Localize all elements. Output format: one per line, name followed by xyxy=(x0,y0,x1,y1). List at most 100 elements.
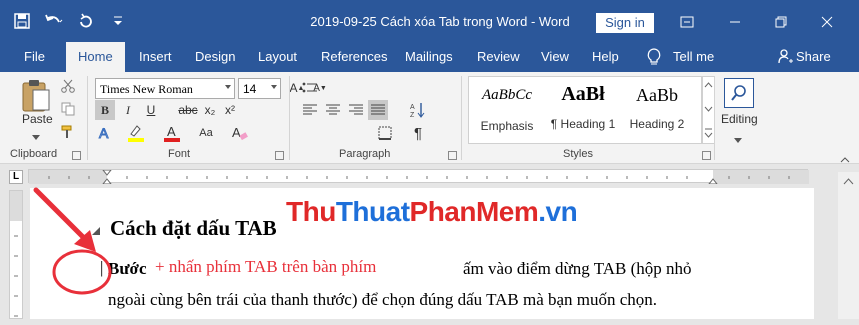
style-name: Heading 2 xyxy=(629,117,685,131)
body-line-2: ngoài cùng bên trái của thanh thước) để … xyxy=(108,290,658,309)
tab-help[interactable]: Help xyxy=(592,49,619,64)
bold-button[interactable]: B xyxy=(95,100,115,120)
ribbon-tabs: File Home Insert Design Layout Reference… xyxy=(0,42,859,72)
watermark-part-4: .vn xyxy=(538,196,578,227)
svg-text:A: A xyxy=(167,124,176,139)
style-preview: AaBbCc xyxy=(482,87,532,103)
paragraph-group-label: Paragraph xyxy=(339,148,391,160)
search-icon[interactable] xyxy=(724,78,754,108)
styles-gallery: AaBbCc Emphasis AaBł ¶ Heading 1 AaBb He… xyxy=(468,76,702,144)
subscript-button[interactable]: x₂ xyxy=(200,100,220,120)
tab-design[interactable]: Design xyxy=(195,49,235,64)
document-area: L Cách đặt dấu TAB | Bước + nhấn phím TA… xyxy=(0,164,859,319)
align-left-icon[interactable] xyxy=(300,100,320,120)
share-icon xyxy=(778,48,794,69)
clipboard-group-label: Clipboard xyxy=(10,148,58,160)
share-button[interactable]: Share xyxy=(796,49,831,64)
customize-qat-icon[interactable] xyxy=(106,9,130,33)
annotation-arrow-icon xyxy=(33,187,112,295)
vertical-scrollbar[interactable] xyxy=(838,172,859,319)
sort-icon[interactable]: AZ xyxy=(408,100,428,120)
tell-me-search[interactable]: Tell me xyxy=(673,49,714,64)
clipboard-launcher-icon[interactable] xyxy=(72,151,81,160)
italic-button[interactable]: I xyxy=(118,100,138,120)
watermark-part-2: Thuat xyxy=(335,196,410,227)
font-name-input[interactable]: Times New Roman xyxy=(95,78,235,99)
watermark-part-1: Thu xyxy=(286,196,336,227)
svg-text:A: A xyxy=(410,104,415,111)
editing-label[interactable]: Editing xyxy=(721,112,758,126)
style-preview: AaBb xyxy=(636,85,678,105)
style-name: Emphasis xyxy=(480,119,534,133)
redo-icon[interactable] xyxy=(74,9,98,33)
vertical-ruler[interactable] xyxy=(9,190,23,319)
tab-review[interactable]: Review xyxy=(477,49,520,64)
tab-file[interactable]: File xyxy=(24,49,45,64)
tab-references[interactable]: References xyxy=(321,49,387,64)
paste-label[interactable]: Paste xyxy=(22,112,53,126)
minimize-icon[interactable] xyxy=(720,10,750,34)
annotation-text: + nhấn phím TAB trên bàn phím xyxy=(155,257,377,276)
svg-text:A: A xyxy=(99,125,109,141)
restore-icon[interactable] xyxy=(766,10,796,34)
ribbon-home: Paste Clipboard Times New Roman 14 A ▲ A ▼… xyxy=(0,72,859,164)
tab-insert[interactable]: Insert xyxy=(139,49,172,64)
close-icon[interactable] xyxy=(812,10,842,34)
tab-selector[interactable]: L xyxy=(9,170,23,184)
justify-icon[interactable] xyxy=(368,100,388,120)
document-title: 2019-09-25 Cách xóa Tab trong Word - Wor… xyxy=(310,14,570,29)
clear-formatting-icon[interactable]: A xyxy=(229,123,249,143)
divider xyxy=(87,76,88,160)
paragraph-launcher-icon[interactable] xyxy=(448,151,457,160)
style-preview: AaBł xyxy=(561,83,605,105)
font-name-value: Times New Roman xyxy=(100,82,193,96)
cut-icon[interactable] xyxy=(58,76,78,96)
tab-view[interactable]: View xyxy=(541,49,569,64)
title-bar: 2019-09-25 Cách xóa Tab trong Word - Wor… xyxy=(0,0,859,42)
save-icon[interactable] xyxy=(10,9,34,33)
divider xyxy=(714,76,715,160)
divider xyxy=(461,76,462,160)
style-name: ¶ Heading 1 xyxy=(550,117,616,131)
styles-launcher-icon[interactable] xyxy=(702,151,711,160)
style-heading-1[interactable]: AaBł ¶ Heading 1 xyxy=(547,77,619,143)
align-right-icon[interactable] xyxy=(346,100,366,120)
text-effects-button[interactable]: A xyxy=(95,123,115,143)
ribbon-display-options-icon[interactable] xyxy=(672,10,702,34)
highlight-color-icon[interactable] xyxy=(126,123,146,143)
lightbulb-icon xyxy=(647,48,661,71)
tab-layout[interactable]: Layout xyxy=(258,49,297,64)
horizontal-ruler[interactable] xyxy=(28,169,809,185)
styles-group-label: Styles xyxy=(563,148,593,160)
align-center-icon[interactable] xyxy=(323,100,343,120)
undo-icon[interactable] xyxy=(42,9,66,33)
chevron-down-icon[interactable] xyxy=(271,85,277,89)
chevron-down-icon[interactable] xyxy=(225,85,231,89)
divider xyxy=(289,76,290,160)
font-launcher-icon[interactable] xyxy=(275,151,284,160)
tab-mailings[interactable]: Mailings xyxy=(405,49,453,64)
watermark-part-3: PhanMem xyxy=(409,196,539,227)
dummy-spacer xyxy=(247,78,261,98)
underline-button[interactable]: U xyxy=(141,100,161,120)
editing-dropdown-icon[interactable] xyxy=(734,130,742,148)
svg-text:A: A xyxy=(232,125,241,140)
font-color-icon[interactable]: A xyxy=(162,123,182,143)
svg-text:Z: Z xyxy=(410,112,415,118)
style-emphasis[interactable]: AaBbCc Emphasis xyxy=(471,77,543,143)
quick-access-toolbar xyxy=(10,9,130,33)
sign-in-button[interactable]: Sign in xyxy=(596,13,654,33)
superscript-button[interactable]: x² xyxy=(220,100,240,120)
font-group-label: Font xyxy=(168,148,191,160)
style-heading-2[interactable]: AaBb Heading 2 xyxy=(621,77,693,143)
strikethrough-button[interactable]: abc xyxy=(175,100,201,120)
show-formatting-button[interactable]: ¶ xyxy=(408,123,428,143)
copy-icon[interactable] xyxy=(58,99,78,119)
tab-home[interactable]: Home xyxy=(66,42,125,72)
change-case-button[interactable]: Aa xyxy=(196,123,216,143)
paste-dropdown-icon[interactable] xyxy=(32,127,40,145)
watermark-logo: ThuThuatPhanMem.vn xyxy=(286,196,578,228)
bullets-icon[interactable] xyxy=(300,78,320,98)
borders-icon[interactable] xyxy=(375,123,395,143)
format-painter-icon[interactable] xyxy=(58,122,78,142)
